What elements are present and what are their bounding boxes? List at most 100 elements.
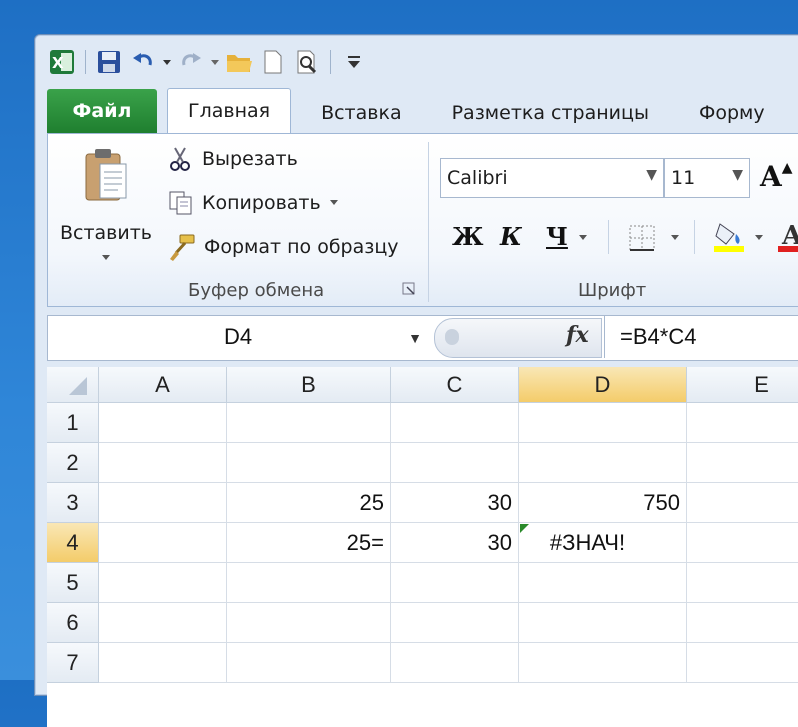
excel-window: X Файл Главная Вставка Разметка страницы… [34,34,798,727]
cell-c3[interactable]: 30 [391,483,519,523]
cell-b5[interactable] [227,563,391,603]
cell-b1[interactable] [227,403,391,443]
tab-page-layout[interactable]: Разметка страницы [422,93,669,133]
font-name-box[interactable]: Calibri ▼ [440,158,664,198]
cell-d3[interactable]: 750 [519,483,687,523]
borders-icon[interactable] [628,224,656,252]
toolbar-separator [330,50,331,74]
copy-button[interactable]: Копировать [168,188,339,218]
italic-button[interactable]: К [500,222,522,251]
cell-b4[interactable]: 25= [227,523,391,563]
cell-c4[interactable]: 30 [391,523,519,563]
cell-b6[interactable] [227,603,391,643]
formula-bar-grip-icon[interactable] [445,329,459,345]
name-box-dropdown-icon[interactable]: ▼ [408,330,422,346]
row-header-6[interactable]: 6 [47,603,99,643]
select-all-button[interactable] [47,367,99,403]
cell-a1[interactable] [99,403,227,443]
cell-e6[interactable] [687,603,798,643]
paste-label: Вставить [59,222,152,244]
column-header-a[interactable]: A [99,367,227,403]
insert-function-button[interactable]: fx [566,322,589,348]
column-header-d[interactable]: D [519,367,687,403]
cell-e3[interactable] [687,483,798,523]
underline-button[interactable]: Ч [546,222,568,251]
cell-a6[interactable] [99,603,227,643]
error-indicator-icon[interactable] [520,524,529,533]
tab-home[interactable]: Главная [167,88,292,133]
cell-a7[interactable] [99,643,227,683]
cell-a5[interactable] [99,563,227,603]
clipboard-group-label: Буфер обмена [188,280,325,301]
save-icon[interactable] [94,47,124,77]
print-preview-icon[interactable] [292,47,322,77]
formula-bar: D4 ▼ fx =B4*C4 [47,315,798,361]
group-separator [608,220,609,254]
ribbon-tabs: Файл Главная Вставка Разметка страницы Ф… [47,87,785,133]
fill-color-icon[interactable] [712,220,746,254]
column-header-b[interactable]: B [227,367,391,403]
redo-icon[interactable] [176,47,206,77]
tab-file[interactable]: Файл [47,89,157,133]
undo-icon[interactable] [128,47,158,77]
new-document-icon[interactable] [258,47,288,77]
name-box[interactable]: D4 ▼ [48,316,428,358]
redo-dropdown-icon[interactable] [210,58,220,66]
group-separator [694,220,695,254]
cell-a3[interactable] [99,483,227,523]
font-size-box[interactable]: 11 ▼ [664,158,750,198]
bold-button[interactable]: Ж [452,222,484,251]
row-header-3[interactable]: 3 [47,483,99,523]
borders-dropdown-icon[interactable] [670,234,680,242]
tab-formulas[interactable]: Форму [669,93,785,133]
cell-d7[interactable] [519,643,687,683]
row-header-2[interactable]: 2 [47,443,99,483]
cell-d1[interactable] [519,403,687,443]
row-header-1[interactable]: 1 [47,403,99,443]
paste-button[interactable]: Вставить [58,142,154,262]
cell-b3[interactable]: 25 [227,483,391,523]
cell-a2[interactable] [99,443,227,483]
cell-c6[interactable] [391,603,519,643]
cell-d4[interactable]: #ЗНАЧ! [519,523,687,563]
cell-c5[interactable] [391,563,519,603]
cell-b7[interactable] [227,643,391,683]
customize-toolbar-icon[interactable] [339,47,369,77]
paste-dropdown-icon[interactable] [101,254,111,262]
cell-a4[interactable] [99,523,227,563]
spreadsheet-grid: A B C D E 1 2 3 4 5 6 7 25 30 750 25= 30 [47,367,798,727]
underline-dropdown-icon[interactable] [578,234,588,242]
row-header-7[interactable]: 7 [47,643,99,683]
cell-c1[interactable] [391,403,519,443]
cell-e1[interactable] [687,403,798,443]
cell-d6[interactable] [519,603,687,643]
font-size-dropdown-icon[interactable]: ▼ [732,167,743,183]
cell-e2[interactable] [687,443,798,483]
formula-input[interactable]: =B4*C4 [620,316,696,358]
excel-app-icon[interactable]: X [47,47,77,77]
cell-e7[interactable] [687,643,798,683]
font-color-icon[interactable]: A [776,220,798,254]
dialog-launcher-icon[interactable] [402,282,416,296]
cell-b2[interactable] [227,443,391,483]
cell-c2[interactable] [391,443,519,483]
cell-e5[interactable] [687,563,798,603]
cell-d2[interactable] [519,443,687,483]
tab-insert[interactable]: Вставка [291,93,422,133]
cut-button[interactable]: Вырезать [168,144,298,174]
cell-e4[interactable] [687,523,798,563]
toolbar-separator [85,50,86,74]
column-header-c[interactable]: C [391,367,519,403]
fill-color-dropdown-icon[interactable] [754,234,764,242]
row-header-5[interactable]: 5 [47,563,99,603]
cell-c7[interactable] [391,643,519,683]
cell-d5[interactable] [519,563,687,603]
row-header-4[interactable]: 4 [47,523,99,563]
undo-dropdown-icon[interactable] [162,58,172,66]
format-painter-button[interactable]: Формат по образцу [168,232,399,262]
column-header-e[interactable]: E [687,367,798,403]
copy-dropdown-icon[interactable] [329,199,339,207]
font-name-dropdown-icon[interactable]: ▼ [646,167,657,183]
open-folder-icon[interactable] [224,47,254,77]
grow-font-button[interactable]: A▲ [760,160,793,193]
